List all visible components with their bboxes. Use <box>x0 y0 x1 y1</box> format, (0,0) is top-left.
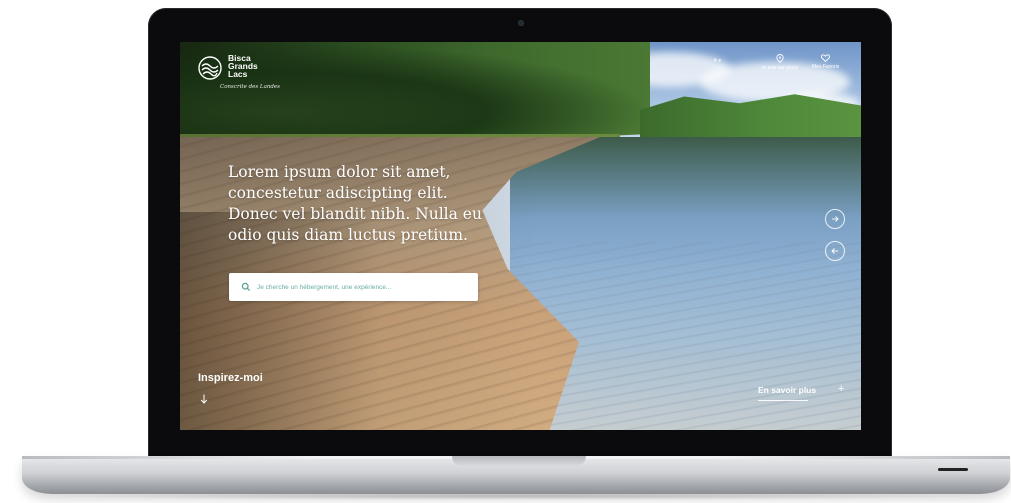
hero-headline: Lorem ipsum dolor sit amet, concestetur … <box>228 163 482 244</box>
search-input[interactable] <box>257 283 457 291</box>
heart-icon <box>821 54 831 62</box>
learn-more-underline <box>758 400 808 401</box>
laptop-indicator <box>938 468 968 471</box>
location-button[interactable]: Je suis sur place <box>761 54 798 71</box>
arrow-down-icon[interactable] <box>200 394 208 404</box>
arrow-right-icon <box>832 216 839 222</box>
previous-slide-button[interactable] <box>825 241 845 261</box>
brand-name: Bisca Grands Lacs <box>228 54 258 79</box>
plus-icon[interactable]: + <box>838 384 844 395</box>
waves-logo-icon <box>198 56 222 80</box>
language-label: fr <box>714 58 718 64</box>
inspire-me-link[interactable]: Inspirez-moi <box>198 372 263 384</box>
language-selector[interactable]: fr ▾ <box>714 58 721 64</box>
brand-name-line-3: Lacs <box>228 69 248 79</box>
search-bar[interactable] <box>229 273 478 301</box>
learn-more-link[interactable]: En savoir plus <box>758 385 816 395</box>
website-screen: Bisca Grands Lacs Conscrite des Landes f… <box>180 42 861 430</box>
laptop-notch <box>452 456 586 466</box>
favorites-button[interactable]: Mes Favoris <box>812 54 839 70</box>
camera-dot <box>518 20 524 26</box>
chevron-down-icon: ▾ <box>718 58 721 64</box>
next-slide-button[interactable] <box>825 209 845 229</box>
location-pin-icon <box>775 54 784 63</box>
arrow-left-icon <box>831 248 838 254</box>
favorites-label: Mes Favoris <box>812 64 840 70</box>
brand-tagline: Conscrite des Landes <box>220 84 280 90</box>
location-label: Je suis sur place <box>761 65 799 71</box>
search-icon <box>241 282 251 292</box>
